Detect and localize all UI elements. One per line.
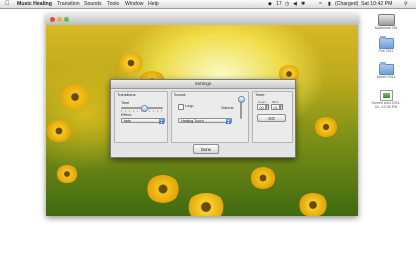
desktop-icon-label: Screen shot 2011-04...10.26 PM — [371, 101, 401, 109]
track-value: Healing Touch — [181, 119, 204, 123]
track-popup[interactable]: Healing Touch ▲ ▼ — [178, 118, 232, 125]
battery-icon[interactable]: ▮ — [328, 0, 331, 8]
hours-field[interactable]: 00 — [257, 104, 266, 110]
minimize-window-button[interactable] — [57, 17, 62, 22]
status-number: 17 — [276, 1, 282, 7]
time-label: Time — [121, 101, 130, 105]
go-button[interactable]: GO — [257, 114, 286, 122]
apple-menu-icon[interactable]:  — [5, 0, 10, 8]
spotlight-icon[interactable]: ⚲ — [404, 0, 408, 8]
loop-label: Loop — [185, 104, 194, 108]
hard-drive-icon — [377, 14, 395, 26]
menu-app-name[interactable]: Music Healing — [17, 0, 52, 8]
effect-label: Effect: — [121, 113, 132, 117]
volume-label: Volume — [221, 106, 234, 110]
time-machine-icon[interactable]: ◷ — [285, 0, 290, 8]
volume-icon[interactable]: ◀ — [293, 0, 297, 8]
settings-dialog: Settings Transitions: Time Effect: fade … — [110, 79, 296, 158]
desktop-icon-feb-2011[interactable]: Feb 2011 — [364, 36, 408, 53]
menubar-clock[interactable]: Sat 10:42 PM — [361, 0, 392, 8]
timer-panel: Timer: Hours Mins 00 ▲ ▼ 01 ▲ ▼ GO — [252, 91, 293, 143]
hours-stepper[interactable]: ▲ ▼ — [266, 104, 269, 110]
sound-heading: Sound: — [174, 93, 187, 97]
effect-popup[interactable]: fade ▲ ▼ — [121, 118, 165, 125]
menu-transition[interactable]: Transition — [57, 0, 80, 8]
wifi-icon[interactable]: ≈ — [319, 0, 322, 8]
dropbox-icon[interactable]: ◆ — [268, 0, 272, 8]
folder-icon — [378, 36, 394, 49]
bluetooth-icon[interactable]: ✱ — [301, 0, 305, 8]
close-window-button[interactable] — [50, 17, 55, 22]
sound-panel: Sound: Loop Volume Healing Touch ▲ ▼ — [171, 91, 249, 143]
effect-value: fade — [124, 119, 131, 123]
transitions-heading: Transitions: — [117, 93, 137, 97]
volume-slider-knob[interactable] — [238, 95, 245, 103]
popup-arrows-icon: ▲ ▼ — [226, 118, 231, 125]
done-button[interactable]: Done — [193, 144, 219, 154]
menu-sounds[interactable]: Sounds — [84, 0, 102, 8]
battery-status: (Charged) — [335, 1, 359, 7]
timer-heading: Timer: — [255, 93, 266, 97]
desktop-icon-screenshot[interactable]: Screen shot 2011-04...10.26 PM — [364, 90, 408, 109]
mins-stepper[interactable]: ▲ ▼ — [280, 104, 283, 110]
menu-tools[interactable]: Tools — [107, 0, 119, 8]
menu-window[interactable]: Window — [125, 0, 143, 8]
desktop-icon-label: Feb 2011 — [378, 49, 394, 53]
folder-icon — [378, 62, 394, 75]
screenshot-file-icon — [379, 90, 393, 101]
popup-arrows-icon: ▲ ▼ — [159, 118, 164, 125]
loop-checkbox[interactable] — [178, 104, 184, 110]
menu-bar:  Music Healing Transition Sounds Tools … — [0, 0, 416, 9]
menu-help[interactable]: Help — [148, 0, 159, 8]
settings-title: Settings — [111, 80, 295, 89]
desktop-icon-label: Macintosh HD — [374, 26, 398, 30]
desktop-icon-label: March 2011 — [376, 75, 396, 79]
mins-field[interactable]: 01 — [271, 104, 280, 110]
zoom-window-button[interactable] — [64, 17, 69, 22]
desktop-icon-macintosh-hd[interactable]: Macintosh HD — [364, 14, 408, 30]
transitions-panel: Transitions: Time Effect: fade ▲ ▼ — [114, 91, 168, 143]
desktop-icon-march-2011[interactable]: March 2011 — [364, 62, 408, 79]
